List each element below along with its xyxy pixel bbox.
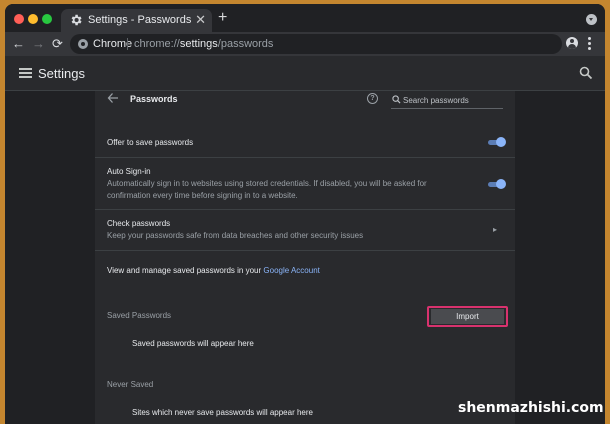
auto-signin-toggle[interactable] [488,179,506,190]
new-tab-button[interactable]: + [218,10,227,26]
address-bar[interactable]: Chrome chrome://settings/passwords ☆ [70,34,562,54]
chrome-icon [78,39,88,49]
auto-signin-description: Automatically sign in to websites using … [107,179,427,200]
back-arrow-icon[interactable] [107,92,119,104]
tab-settings-passwords[interactable]: Settings - Passwords ✕ [61,9,212,32]
settings-header: Settings [5,56,605,91]
search-icon[interactable] [579,66,593,80]
profile-icon[interactable] [566,37,578,49]
reload-button[interactable]: ⟳ [52,36,63,52]
close-tab-icon[interactable]: ✕ [195,12,206,28]
check-passwords-description: Keep your passwords safe from data breac… [107,231,364,240]
tab-search-icon[interactable] [586,14,597,25]
minimize-window-button[interactable] [28,14,38,24]
check-passwords-row[interactable]: Check passwords Keep your passwords safe… [95,210,515,251]
passwords-card: Passwords ? Offer to save passwords Auto… [95,91,515,424]
manage-text: View and manage saved passwords in your [107,266,264,275]
close-window-button[interactable] [14,14,24,24]
never-saved-empty: Sites which never save passwords will ap… [132,408,313,417]
auto-signin-row: Auto Sign-in Automatically sign in to we… [95,158,515,210]
search-icon [392,95,401,104]
saved-passwords-empty: Saved passwords will appear here [132,339,254,348]
offer-to-save-row[interactable]: Offer to save passwords [95,127,515,158]
watermark: shenmazhishi.com [458,400,604,416]
offer-to-save-label: Offer to save passwords [107,138,194,147]
manage-passwords-row: View and manage saved passwords in your … [95,251,515,289]
never-saved-heading: Never Saved [107,380,154,389]
forward-button[interactable]: → [32,36,45,52]
manage-passwords-text: View and manage saved passwords in your … [107,266,320,275]
url-path: /passwords [217,38,274,50]
import-button[interactable]: Import [431,309,504,324]
tab-strip: Settings - Passwords ✕ + [5,4,605,32]
more-menu-icon[interactable] [588,37,591,51]
url-text: chrome://settings/passwords [134,38,273,50]
gear-icon [71,14,82,26]
settings-title: Settings [38,66,85,81]
search-passwords-field[interactable] [391,92,503,109]
page-title: Passwords [130,94,178,104]
auto-signin-label: Auto Sign-in [107,167,151,176]
settings-content: Passwords ? Offer to save passwords Auto… [5,91,605,424]
saved-passwords-heading: Saved Passwords [107,311,172,320]
offer-to-save-toggle[interactable] [488,137,506,148]
hamburger-menu-icon[interactable] [19,68,32,78]
search-passwords-input[interactable] [403,94,499,106]
browser-toolbar: ← → ⟳ Chrome chrome://settings/passwords… [5,32,605,56]
tab-title: Settings - Passwords [88,14,192,26]
back-button[interactable]: ← [12,36,25,52]
browser-window: Settings - Passwords ✕ + ← → ⟳ Chrome ch… [5,4,605,424]
chevron-right-icon: ▸ [493,225,498,234]
help-icon[interactable]: ? [367,93,378,104]
url-scheme: chrome:// [134,38,180,50]
address-divider [127,38,128,50]
maximize-window-button[interactable] [42,14,52,24]
google-account-link[interactable]: Google Account [263,266,319,275]
check-passwords-label: Check passwords [107,219,171,228]
passwords-subpage-header: Passwords ? [95,91,515,127]
url-host: settings [179,38,218,50]
